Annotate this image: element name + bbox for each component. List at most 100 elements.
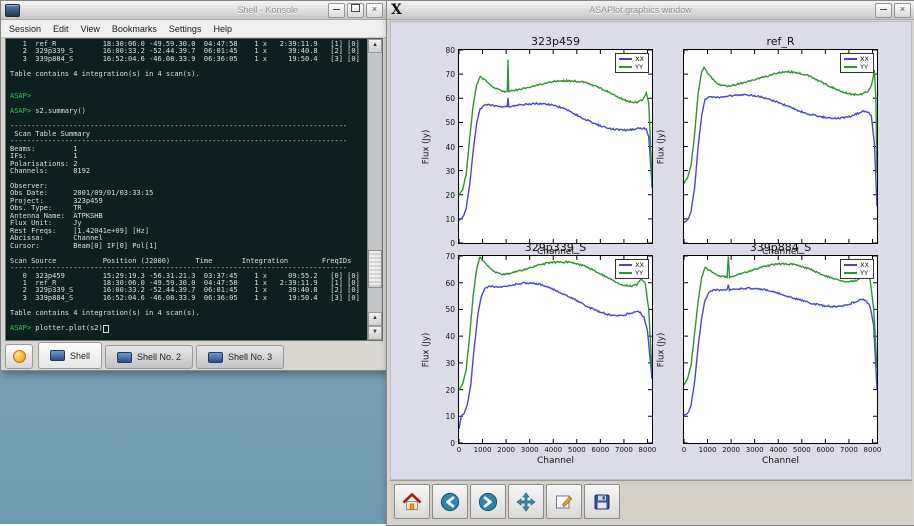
menu-view[interactable]: View xyxy=(75,22,106,36)
konsole-window: Shell - Konsole × SessionEditViewBookmar… xyxy=(0,0,388,371)
x-axis-label: Channel xyxy=(459,456,652,466)
terminal-line: ASAP> xyxy=(10,93,367,100)
plot-axes-canvas[interactable] xyxy=(684,256,877,443)
x-tick-label: 7000 xyxy=(836,446,862,454)
x-tick-label: 6000 xyxy=(587,446,613,454)
tab-shell[interactable]: Shell xyxy=(38,342,102,369)
plot-toolbar xyxy=(390,480,912,522)
y-tick-label: 60 xyxy=(433,94,455,103)
series-xx xyxy=(459,282,652,429)
plot-title: 329p339_S xyxy=(449,241,662,254)
x11-logo-icon: X xyxy=(391,3,402,17)
back-button[interactable] xyxy=(432,484,468,519)
tick-marks xyxy=(459,50,652,243)
maximize-button[interactable] xyxy=(347,3,364,18)
home-button[interactable] xyxy=(394,484,430,519)
plot-323p459: 01020304050607080323p459Flux (Jy)Channel… xyxy=(458,49,653,244)
terminal-tab-icon xyxy=(117,352,132,363)
terminal-line: Cursor: Beam[0] IF[0] Pol[1] xyxy=(10,243,367,250)
legend-entry-yy: YY xyxy=(619,63,644,71)
menu-session[interactable]: Session xyxy=(3,22,47,36)
y-tick-label: 30 xyxy=(433,167,455,176)
menu-settings[interactable]: Settings xyxy=(163,22,208,36)
y-tick-label: 40 xyxy=(433,143,455,152)
terminal-output[interactable]: 1 ref_R 18:30:06.0 -49.59.30.0 04:47:58 … xyxy=(6,39,367,340)
tab-shell-no-2[interactable]: Shell No. 2 xyxy=(105,345,193,369)
legend-entry-xx: XX xyxy=(844,261,869,269)
plot-axes-canvas[interactable] xyxy=(459,256,652,443)
konsole-titlebar[interactable]: Shell - Konsole × xyxy=(1,1,387,20)
legend: XXYY xyxy=(840,53,874,73)
figure-canvas[interactable]: 01020304050607080323p459Flux (Jy)Channel… xyxy=(390,21,912,480)
menu-help[interactable]: Help xyxy=(207,22,238,36)
scroll-up-icon[interactable]: ▲ xyxy=(368,39,382,53)
y-tick-label: 70 xyxy=(433,70,455,79)
legend-entry-yy: YY xyxy=(844,63,869,71)
y-tick-label: 20 xyxy=(433,191,455,200)
x-tick-label: 3000 xyxy=(517,446,543,454)
scrollbar-track[interactable] xyxy=(368,53,382,312)
terminal-tab-icon xyxy=(208,352,223,363)
forward-button[interactable] xyxy=(470,484,506,519)
subplots-edit-icon xyxy=(554,492,574,512)
legend-entry-xx: XX xyxy=(619,55,644,63)
plot-axes-canvas[interactable] xyxy=(459,50,652,243)
save-icon xyxy=(592,492,612,512)
terminal-line xyxy=(10,175,367,182)
asaplot-titlebar[interactable]: X ASAPlot graphics window × xyxy=(387,1,914,20)
text-cursor xyxy=(103,325,109,333)
plot-title: 339p884_S xyxy=(674,241,887,254)
legend-entry-yy: YY xyxy=(619,269,644,277)
y-tick-label: 40 xyxy=(433,332,455,341)
new-session-icon xyxy=(13,350,26,363)
x-tick-label: 1000 xyxy=(470,446,496,454)
scroll-up-icon[interactable]: ▲ xyxy=(368,312,382,326)
tick-marks xyxy=(684,256,877,443)
asaplot-window: X ASAPlot graphics window × 010203040506… xyxy=(386,0,914,526)
y-axis-label: Flux (Jy) xyxy=(655,256,667,443)
terminal-line: Table contains 4 integration(s) in 4 sca… xyxy=(10,310,367,317)
terminal-line xyxy=(10,86,367,93)
minimize-button[interactable] xyxy=(875,3,892,18)
legend: XXYY xyxy=(840,259,874,279)
minimize-button[interactable] xyxy=(328,3,345,18)
pan-button[interactable] xyxy=(508,484,544,519)
tab-shell-no-3[interactable]: Shell No. 3 xyxy=(196,345,284,369)
asaplot-title: ASAPlot graphics window xyxy=(408,5,873,15)
scrollbar-thumb[interactable] xyxy=(368,250,382,288)
tabs: ShellShell No. 2Shell No. 3 xyxy=(38,342,287,369)
series-yy xyxy=(684,67,877,183)
plot-title: ref_R xyxy=(674,35,887,48)
menu-edit[interactable]: Edit xyxy=(47,22,75,36)
legend-entry-xx: XX xyxy=(619,261,644,269)
y-tick-label: 10 xyxy=(433,215,455,224)
series-xx xyxy=(459,98,652,221)
legend-entry-yy: YY xyxy=(844,269,869,277)
plot-axes-canvas[interactable] xyxy=(684,50,877,243)
series-xx xyxy=(684,94,877,223)
x-tick-label: 8000 xyxy=(859,446,885,454)
x-tick-label: 2000 xyxy=(718,446,744,454)
x-tick-label: 4000 xyxy=(765,446,791,454)
subplots-button[interactable] xyxy=(546,484,582,519)
y-axis-label: Flux (Jy) xyxy=(420,256,432,443)
terminal-line: 3 339p884_S 16:52:04.6 -46.08.33.9 06:36… xyxy=(10,56,367,63)
terminal-scrollbar[interactable]: ▲ ▲ ▼ xyxy=(367,39,382,340)
legend: XXYY xyxy=(615,259,649,279)
terminal-line: ASAP> plotter.plot(s2) xyxy=(10,325,367,332)
x-tick-label: 0 xyxy=(446,446,472,454)
close-button[interactable]: × xyxy=(894,3,911,18)
terminal-line: 3 339p884_S 16:52:04.6 -46.08.33.9 06:36… xyxy=(10,295,367,302)
save-button[interactable] xyxy=(584,484,620,519)
menu-bookmarks[interactable]: Bookmarks xyxy=(106,22,163,36)
terminal-frame: 1 ref_R 18:30:06.0 -49.59.30.0 04:47:58 … xyxy=(5,38,383,341)
new-session-button[interactable] xyxy=(5,344,33,369)
y-tick-label: 30 xyxy=(433,359,455,368)
pan-icon xyxy=(516,492,536,512)
x-tick-label: 1000 xyxy=(695,446,721,454)
scroll-down-icon[interactable]: ▼ xyxy=(368,326,382,340)
y-tick-label: 10 xyxy=(433,412,455,421)
y-tick-label: 20 xyxy=(433,386,455,395)
konsole-window-icon xyxy=(5,4,20,17)
close-button[interactable]: × xyxy=(366,3,383,18)
